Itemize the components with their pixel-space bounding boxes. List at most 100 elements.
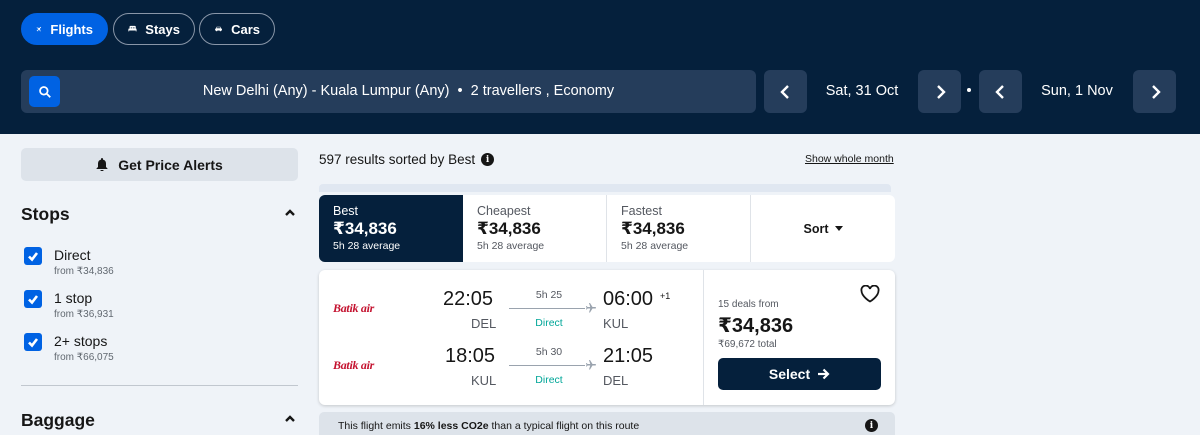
flight-result-card[interactable]: Batik air 22:05 DEL 5h 25 Direct 06:00 +…	[319, 270, 895, 405]
leg2-duration: 5h 30	[535, 346, 563, 358]
baggage-collapse-toggle[interactable]	[284, 412, 296, 424]
bed-icon	[128, 25, 137, 32]
direct-label: Direct	[54, 247, 91, 263]
depart-next-button[interactable]	[918, 70, 961, 113]
tab-best-price: ₹34,836	[333, 219, 397, 238]
checkmark-icon	[28, 295, 39, 305]
price-alerts-button[interactable]: Get Price Alerts	[21, 148, 298, 181]
top-header: Flights Stays Cars New Delhi (Any) - Kua…	[0, 0, 1200, 134]
direct-checkbox[interactable]	[24, 247, 42, 265]
tab-cars-label: Cars	[231, 21, 260, 37]
stops-title: Stops	[21, 204, 70, 224]
tab-fastest-price: ₹34,836	[621, 219, 685, 238]
info-icon[interactable]: i	[865, 419, 878, 432]
select-label: Select	[768, 366, 811, 382]
chevron-right-icon	[1151, 84, 1161, 99]
two-plus-stops-label: 2+ stops	[54, 333, 108, 349]
plane-icon	[586, 303, 596, 313]
leg2-depart-time: 18:05	[445, 345, 496, 367]
sidebar-divider	[21, 385, 298, 386]
eco-text: This flight emits 16% less CO2e than a t…	[338, 420, 639, 432]
card-total: ₹69,672 total	[718, 339, 777, 350]
results-count-text: 597 results sorted by Best	[319, 152, 476, 167]
info-icon[interactable]: i	[481, 153, 495, 166]
search-summary-text: New Delhi (Any) - Kuala Lumpur (Any) • 2…	[21, 70, 756, 113]
car-icon	[215, 26, 222, 32]
stop-filter-direct[interactable]: Direct from ₹34,836	[24, 247, 284, 287]
return-date[interactable]: Sun, 1 Nov	[1027, 70, 1127, 113]
one-stop-price: from ₹36,931	[54, 309, 114, 320]
depart-date[interactable]: Sat, 31 Oct	[812, 70, 912, 113]
sort-label: Sort	[803, 221, 829, 236]
leg1-depart-time: 22:05	[443, 288, 494, 310]
one-stop-checkbox[interactable]	[24, 290, 42, 308]
deals-count: 15 deals from	[718, 299, 779, 310]
stop-filter-2-plus-stops[interactable]: 2+ stops from ₹66,075	[24, 333, 284, 373]
leg2-arrive-code: DEL	[603, 373, 629, 388]
two-plus-stops-checkbox[interactable]	[24, 333, 42, 351]
dot-separator: •	[453, 83, 471, 99]
card-price: ₹34,836	[718, 315, 794, 337]
tab-best-name: Best	[333, 204, 359, 218]
stops-collapse-toggle[interactable]	[284, 206, 296, 218]
eco-prefix: This flight emits	[338, 420, 414, 432]
save-favourite-button[interactable]	[860, 284, 880, 303]
tab-stays-label: Stays	[145, 21, 180, 37]
chevron-right-icon	[936, 84, 946, 99]
chevron-left-icon	[994, 84, 1004, 99]
tab-stays[interactable]: Stays	[113, 13, 195, 45]
results-summary: 597 results sorted by Best i	[319, 152, 495, 167]
tab-cheapest-avg: 5h 28 average	[477, 240, 545, 252]
plane-icon	[586, 360, 596, 370]
stop-filter-1-stop[interactable]: 1 stop from ₹36,931	[24, 290, 284, 330]
leg1-route-line	[509, 308, 585, 309]
checkmark-icon	[28, 338, 39, 348]
eco-info-strip: This flight emits 16% less CO2e than a t…	[319, 412, 895, 435]
return-next-button[interactable]	[1133, 70, 1176, 113]
sort-dropdown[interactable]: Sort	[751, 195, 895, 262]
search-summary-bar[interactable]: New Delhi (Any) - Kuala Lumpur (Any) • 2…	[21, 70, 756, 113]
results-banner-strip	[319, 184, 891, 192]
leg1-stops: Direct	[535, 317, 563, 329]
price-panel: 15 deals from ₹34,836 ₹69,672 total Sele…	[703, 270, 895, 405]
tab-cheapest-price: ₹34,836	[477, 219, 541, 238]
tab-fastest[interactable]: Fastest ₹34,836 5h 28 average	[607, 195, 751, 262]
search-route: New Delhi (Any) - Kuala Lumpur (Any)	[202, 83, 450, 99]
tab-cars[interactable]: Cars	[199, 13, 275, 45]
caret-down-icon	[834, 226, 843, 231]
one-stop-label: 1 stop	[54, 290, 93, 306]
date-separator-dot	[967, 88, 971, 92]
leg1-arrive-code: KUL	[603, 316, 629, 331]
chevron-up-icon	[285, 209, 295, 216]
price-alerts-label: Get Price Alerts	[118, 156, 223, 173]
bell-icon	[96, 158, 108, 171]
leg1-duration: 5h 25	[535, 289, 563, 301]
leg1-arrive-time: 06:00	[603, 288, 654, 310]
sort-tabs: Best ₹34,836 5h 28 average Cheapest ₹34,…	[319, 195, 895, 262]
tab-flights-label: Flights	[50, 21, 93, 37]
tab-best[interactable]: Best ₹34,836 5h 28 average	[319, 195, 463, 262]
chevron-left-icon	[779, 84, 789, 99]
show-whole-month-link[interactable]: Show whole month	[805, 153, 894, 165]
heart-icon	[860, 284, 880, 303]
leg1-plus-day: +1	[660, 291, 671, 301]
tab-best-avg: 5h 28 average	[333, 240, 401, 252]
tab-fastest-name: Fastest	[621, 204, 662, 218]
eco-highlight: 16% less CO2e	[413, 420, 489, 432]
direct-price: from ₹34,836	[54, 266, 114, 277]
select-button[interactable]: Select	[718, 358, 881, 390]
leg2-arrive-time: 21:05	[603, 345, 654, 367]
plane-icon	[36, 26, 42, 32]
leg2-stops: Direct	[535, 374, 563, 386]
depart-prev-button[interactable]	[764, 70, 807, 113]
two-plus-stops-price: from ₹66,075	[54, 352, 114, 363]
return-prev-button[interactable]	[979, 70, 1022, 113]
checkmark-icon	[28, 252, 39, 262]
tab-cheapest-name: Cheapest	[477, 204, 531, 218]
tab-cheapest[interactable]: Cheapest ₹34,836 5h 28 average	[463, 195, 607, 262]
baggage-title: Baggage	[21, 410, 95, 430]
leg2-depart-code: KUL	[471, 373, 497, 388]
airline-logo: Batik air	[333, 358, 374, 372]
tab-flights[interactable]: Flights	[21, 13, 108, 45]
leg2-route-line	[509, 365, 585, 366]
